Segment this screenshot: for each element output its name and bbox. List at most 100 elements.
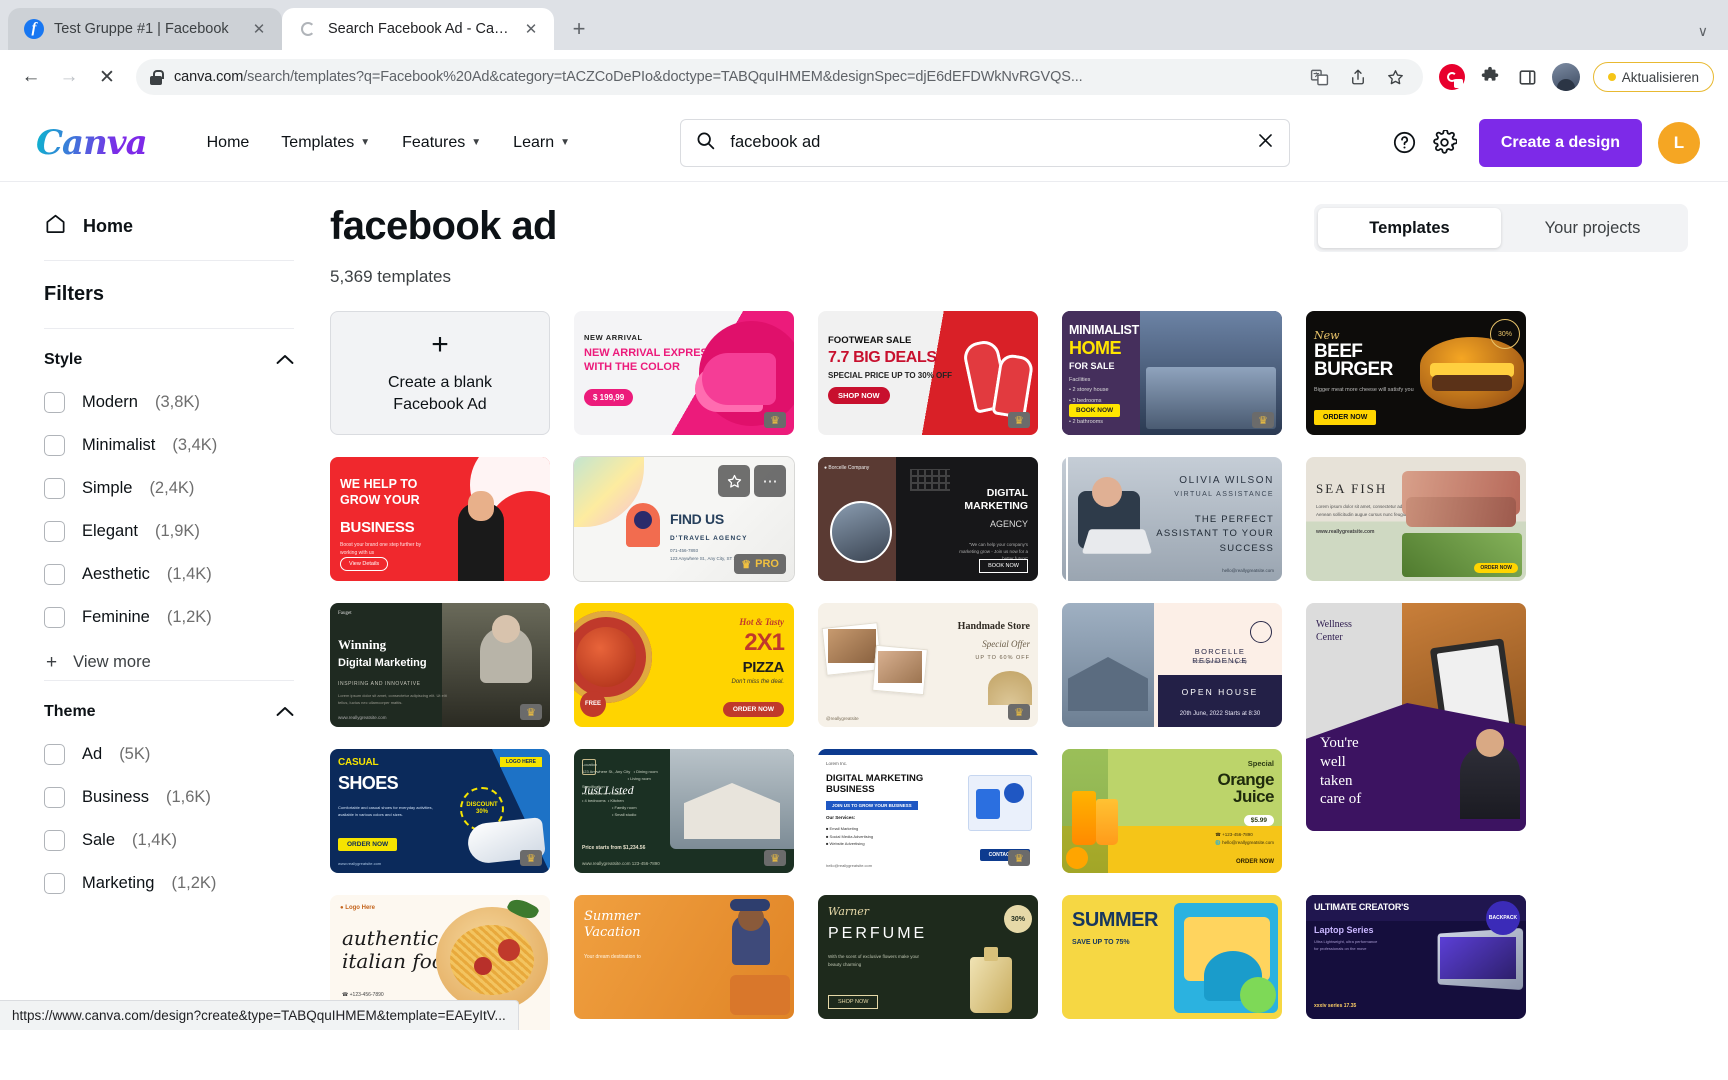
filter-option-feminine[interactable]: Feminine (1,2K) (44, 596, 294, 639)
extension-red-icon[interactable] (1435, 60, 1469, 94)
star-icon[interactable] (718, 465, 750, 497)
update-button[interactable]: Aktualisieren (1592, 62, 1714, 92)
crown-badge: ♛ (1008, 704, 1030, 720)
checkbox[interactable] (44, 478, 65, 499)
puzzle-extensions-icon[interactable] (1473, 60, 1507, 94)
template-contact: hello@reallygreatsite.com (1222, 568, 1274, 573)
share-icon[interactable] (1345, 64, 1371, 90)
template-card[interactable]: NEW ARRIVAL NEW ARRIVAL EXPRESS YOURSELF… (574, 311, 794, 435)
template-contact: ☎ +123-456-7890 🌐 hello@reallygreatsite.c… (1215, 831, 1274, 845)
translate-icon[interactable] (1307, 64, 1333, 90)
clear-search-icon[interactable] (1256, 131, 1275, 155)
filter-group-header-theme[interactable]: Theme (44, 703, 294, 733)
close-icon[interactable]: ✕ (248, 18, 270, 40)
more-options-icon[interactable]: ⋯ (754, 465, 786, 497)
template-title2: PIZZA (742, 659, 785, 676)
side-panel-icon[interactable] (1511, 60, 1545, 94)
template-card[interactable]: Summer Vacation Your dream destination to (574, 895, 794, 1019)
template-address: 123 Anywhere St., Any City (1192, 659, 1248, 664)
filter-option-simple[interactable]: Simple (2,4K) (44, 467, 294, 510)
nav-item-learn[interactable]: Learn ▼ (497, 126, 586, 160)
template-card[interactable]: BORCELLE RESIDENCE 123 Anywhere St., Any… (1062, 603, 1282, 727)
template-card[interactable]: Handmade Store Special Offer UP TO 60% O… (818, 603, 1038, 727)
chevron-up-icon[interactable] (276, 705, 294, 720)
filter-option-modern[interactable]: Modern (3,8K) (44, 381, 294, 424)
template-title: Wellness Center (1316, 619, 1352, 643)
chevron-up-icon[interactable] (276, 353, 294, 368)
tab-list-chevron-icon[interactable]: ∨ (1698, 23, 1708, 40)
checkbox[interactable] (44, 435, 65, 456)
checkbox[interactable] (44, 607, 65, 628)
template-card[interactable]: Special Orange Juice $5.99 ☎ +123-456-789… (1062, 749, 1282, 873)
template-card[interactable]: CASUAL SHOES Comfortable and casual shoe… (330, 749, 550, 873)
sidebar-item-home[interactable]: Home (44, 208, 294, 260)
tab-your-projects[interactable]: Your projects (1501, 208, 1684, 248)
browser-tab-facebook[interactable]: Test Gruppe #1 | Facebook ✕ (8, 8, 282, 50)
filter-group-title: Style (44, 351, 83, 368)
tab-templates[interactable]: Templates (1318, 208, 1501, 248)
template-card[interactable]: SEA FISH Lorem ipsum dolor sit amet, con… (1306, 457, 1526, 581)
bookmark-star-icon[interactable] (1383, 64, 1409, 90)
template-card[interactable]: ULTIMATE CREATOR'S Laptop Series Ultra L… (1306, 895, 1526, 1019)
template-logo: ● Borcelle Company (824, 465, 870, 471)
checkbox[interactable] (44, 787, 65, 808)
checkbox[interactable] (44, 744, 65, 765)
checkbox[interactable] (44, 564, 65, 585)
address-bar[interactable]: canva.com/search/templates?q=Facebook%20… (136, 59, 1423, 95)
stop-loading-button[interactable]: ✕ (90, 60, 124, 94)
tab-title: Search Facebook Ad - Canva (328, 21, 510, 37)
template-cta: View Details (340, 557, 389, 571)
filter-option-business[interactable]: Business (1,6K) (44, 776, 294, 819)
nav-item-templates[interactable]: Templates ▼ (265, 126, 386, 160)
template-card[interactable]: Lorem Inc. DIGITAL MARKETING BUSINESS JOI… (818, 749, 1038, 873)
template-card[interactable]: Hot & Tasty 2X1 PIZZA Don't miss the dea… (574, 603, 794, 727)
browser-tab-canva[interactable]: Search Facebook Ad - Canva ✕ (282, 8, 554, 50)
template-card[interactable]: New BEEF BURGER Bigger meat more cheese w… (1306, 311, 1526, 435)
view-more-button-style[interactable]: + View more (44, 639, 294, 676)
canva-logo[interactable]: Canva (28, 123, 148, 163)
new-tab-button[interactable]: + (564, 14, 594, 44)
price-badge: $5.99 (1243, 815, 1274, 826)
template-card[interactable]: MINIMALIST HOME FOR SALE Facilities • 2 s… (1062, 311, 1282, 435)
create-a-design-button[interactable]: Create a design (1478, 118, 1642, 167)
filter-option-aesthetic[interactable]: Aesthetic (1,4K) (44, 553, 294, 596)
filter-option-marketing[interactable]: Marketing (1,2K) (44, 862, 294, 905)
filter-count: (3,8K) (154, 393, 200, 411)
crown-icon: ♛ (741, 558, 752, 571)
filter-option-ad[interactable]: Ad (5K) (44, 733, 294, 776)
back-button[interactable]: ← (14, 60, 48, 94)
template-headline: THE PERFECT ASSISTANT TO YOUR SUCCESS (1156, 514, 1274, 554)
template-card[interactable]: Wellness Center You're well taken care of (1306, 603, 1526, 831)
gear-icon[interactable] (1425, 123, 1465, 163)
crown-badge: ♛ (520, 850, 542, 866)
checkbox[interactable] (44, 392, 65, 413)
close-icon[interactable]: ✕ (520, 18, 542, 40)
template-card[interactable]: SUMMER SAVE UP TO 75% (1062, 895, 1282, 1019)
template-card[interactable]: OLIVIA WILSON VIRTUAL ASSISTANCE THE PER… (1062, 457, 1282, 581)
create-blank-card[interactable]: + Create a blank Facebook Ad (330, 311, 550, 435)
template-card[interactable]: Fauget Winning Digital Marketing INSPIRI… (330, 603, 550, 727)
nav-item-home[interactable]: Home (191, 126, 266, 160)
checkbox[interactable] (44, 873, 65, 894)
template-card[interactable]: WE HELP TO GROW YOUR BUSINESS Boost your … (330, 457, 550, 581)
template-card[interactable]: Just Listed Location 123 Anywhere St., An… (574, 749, 794, 873)
template-text: Hot & Tasty (739, 617, 784, 627)
template-card[interactable]: ● Borcelle Company DIGITAL MARKETING AGEN… (818, 457, 1038, 581)
forward-button[interactable]: → (52, 60, 86, 94)
filter-option-elegant[interactable]: Elegant (1,9K) (44, 510, 294, 553)
profile-avatar-icon[interactable] (1549, 60, 1583, 94)
checkbox[interactable] (44, 521, 65, 542)
nav-item-features[interactable]: Features ▼ (386, 126, 497, 160)
filter-option-minimalist[interactable]: Minimalist (3,4K) (44, 424, 294, 467)
filter-option-sale[interactable]: Sale (1,4K) (44, 819, 294, 862)
checkbox[interactable] (44, 830, 65, 851)
filter-group-header-style[interactable]: Style (44, 351, 294, 381)
template-card[interactable]: FOOTWEAR SALE 7.7 BIG DEALS SPECIAL PRIC… (818, 311, 1038, 435)
template-card[interactable]: Warner PERFUME With the scent of exclusi… (818, 895, 1038, 1019)
help-icon[interactable] (1385, 123, 1425, 163)
template-contact: www.reallygreatsite.com (338, 715, 387, 720)
search-input[interactable]: facebook ad (680, 118, 1291, 167)
avatar[interactable]: L (1658, 121, 1700, 164)
template-contact: www.reallygreatsite.com 123-456-7890 (582, 861, 660, 866)
template-card[interactable]: FIND US D'TRAVEL AGENCY 071-456-7893 123 … (574, 457, 794, 581)
